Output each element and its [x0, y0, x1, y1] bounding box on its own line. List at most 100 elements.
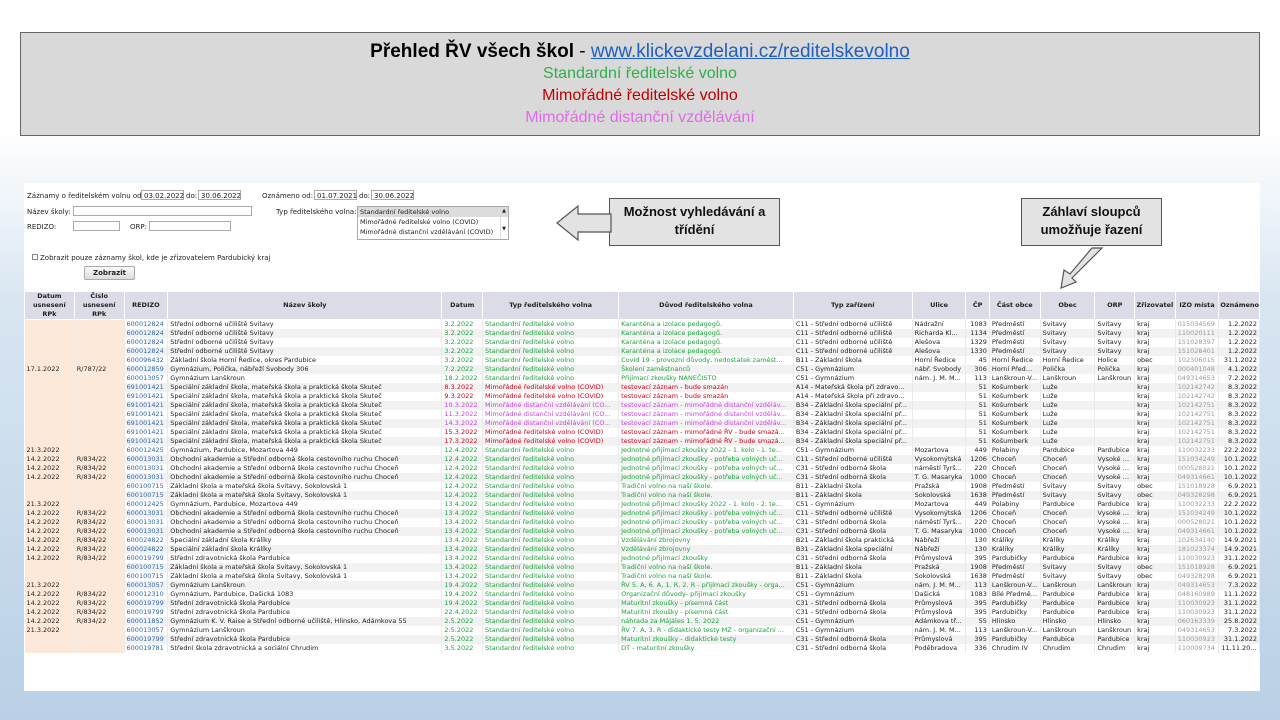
table-row[interactable]: 691001421 Speciální základní škola, mateř… — [24, 428, 1260, 437]
cell-2[interactable]: 600019799 — [124, 599, 169, 608]
column-header-6[interactable]: Důvod ředitelského volna — [618, 291, 794, 320]
table-row[interactable]: 600100715 Základní škola a mateřská škola… — [24, 491, 1260, 500]
table-row[interactable]: 21.3.2022 600013057 Gymnázium Lanškroun 2.5… — [24, 626, 1260, 635]
column-header-12[interactable]: ORP — [1094, 291, 1136, 320]
table-row[interactable]: 14.2.2022 R/834/22 600024822 Speciální zákl… — [24, 536, 1260, 545]
column-header-7[interactable]: Typ zařízení — [792, 291, 913, 320]
table-row[interactable]: 600100715 Základní škola a mateřská škola… — [24, 482, 1260, 491]
cell-2[interactable]: 600013057 — [124, 374, 169, 383]
table-row[interactable]: 600012824 Střední odborné učiliště Svitav… — [24, 338, 1260, 347]
cell-2[interactable]: 600096432 — [124, 356, 169, 365]
cell-2[interactable]: 600013057 — [124, 626, 169, 635]
cell-2[interactable]: 691001421 — [124, 401, 169, 410]
column-header-0[interactable]: Datum usnesení RPk — [24, 291, 75, 320]
table-row[interactable]: 14.2.2022 R/834/22 600019799 Střední zdravo… — [24, 608, 1260, 617]
date-to-input[interactable]: 30.06.2022 — [198, 190, 241, 200]
announced-from-input[interactable]: 01.07.2021 — [314, 190, 357, 200]
table-row[interactable]: 691001421 Speciální základní škola, mateř… — [24, 419, 1260, 428]
table-row[interactable]: 14.2.2022 R/834/22 600013031 Obchodní akade… — [24, 464, 1260, 473]
cell-2[interactable]: 600100715 — [124, 482, 169, 491]
redizo-input[interactable] — [73, 221, 120, 231]
announced-to-input[interactable]: 30.06.2022 — [371, 190, 414, 200]
table-row[interactable]: 600019781 Střední škola zdravotnická a so… — [24, 644, 1260, 653]
table-row[interactable]: 17.1.2022 R/787/22 600012859 Gymnázium, Pol… — [24, 365, 1260, 374]
table-row[interactable]: 21.3.2022 600012425 Gymnázium, Pardubice, … — [24, 500, 1260, 509]
column-header-3[interactable]: Název školy — [167, 291, 443, 320]
cell-2[interactable]: 600100715 — [124, 563, 169, 572]
column-header-8[interactable]: Ulice — [911, 291, 967, 320]
cell-2[interactable]: 600013057 — [124, 581, 169, 590]
table-row[interactable]: 14.2.2022 R/834/22 600011852 Gymnázium K. V… — [24, 617, 1260, 626]
table-row[interactable]: 14.2.2022 R/834/22 600013031 Obchodní akade… — [24, 473, 1260, 482]
column-header-2[interactable]: REDIZO — [123, 291, 169, 320]
cell-2[interactable]: 600019799 — [124, 554, 169, 563]
table-row[interactable]: 600100715 Základní škola a mateřská škola… — [24, 563, 1260, 572]
cell-2[interactable]: 600100715 — [124, 572, 169, 581]
table-row[interactable]: 600100715 Základní škola a mateřská škola… — [24, 572, 1260, 581]
column-header-15[interactable]: Oznámeno — [1218, 291, 1260, 320]
table-row[interactable]: 600012824 Střední odborné učiliště Svitav… — [24, 347, 1260, 356]
table-row[interactable]: 691001421 Speciální základní škola, mateř… — [24, 401, 1260, 410]
date-from-input[interactable]: 03.02.2022 — [141, 190, 184, 200]
cell-2[interactable]: 600011852 — [124, 617, 169, 626]
cell-2[interactable]: 691001421 — [124, 410, 169, 419]
volno-type-select[interactable]: Standardní ředitelské volno Mimořádné ře… — [357, 206, 509, 240]
table-row[interactable]: 600019799 Střední zdravotnická škola Pard… — [24, 635, 1260, 644]
volno-type-option-dist[interactable]: Mimořádné distanční vzdělávání (COVID) — [358, 227, 508, 237]
cell-2[interactable]: 600012425 — [124, 500, 169, 509]
table-row[interactable]: 600012824 Střední odborné učiliště Svitav… — [24, 319, 1260, 329]
cell-2[interactable]: 600024822 — [124, 536, 169, 545]
cell-2[interactable]: 600013031 — [124, 464, 169, 473]
table-row[interactable]: 691001421 Speciální základní škola, mateř… — [24, 392, 1260, 401]
column-header-10[interactable]: Část obce — [988, 291, 1041, 320]
show-button[interactable]: Zobrazit — [84, 266, 135, 280]
cell-2[interactable]: 691001421 — [124, 437, 169, 446]
cell-2[interactable]: 600012824 — [124, 329, 169, 338]
table-row[interactable]: 600012824 Střední odborné učiliště Svitav… — [24, 329, 1260, 338]
table-row[interactable]: 14.2.2022 R/834/22 600013031 Obchodní akade… — [24, 518, 1260, 527]
table-row[interactable]: 14.2.2022 R/834/22 600012310 Gymnázium, Par… — [24, 590, 1260, 599]
table-row[interactable]: 14.2.2022 R/834/22 600013031 Obchodní akade… — [24, 527, 1260, 536]
table-row[interactable]: 600096432 Základní škola Horní Ředice, ok… — [24, 356, 1260, 365]
column-header-1[interactable]: Číslo usnesení RPk — [73, 291, 125, 320]
volno-type-option-std[interactable]: Standardní ředitelské volno — [358, 207, 508, 217]
cell-2[interactable]: 691001421 — [124, 428, 169, 437]
column-header-13[interactable]: Zřizovatel — [1134, 291, 1176, 320]
cell-2[interactable]: 600013031 — [124, 473, 169, 482]
table-row[interactable]: 14.2.2022 R/834/22 600019799 Střední zdravo… — [24, 599, 1260, 608]
cell-2[interactable]: 691001421 — [124, 392, 169, 401]
cell-2[interactable]: 600013031 — [124, 527, 169, 536]
table-row[interactable]: 691001421 Speciální základní škola, mateř… — [24, 410, 1260, 419]
column-header-11[interactable]: Obec — [1039, 291, 1096, 320]
cell-2[interactable]: 600012425 — [124, 446, 169, 455]
cell-2[interactable]: 600012310 — [124, 590, 169, 599]
volno-type-option-mim[interactable]: Mimořádné ředitelské volno (COVID) — [358, 217, 508, 227]
cell-2[interactable]: 600013031 — [124, 509, 169, 518]
cell-2[interactable]: 600013031 — [124, 455, 169, 464]
table-row[interactable]: 21.3.2022 600012425 Gymnázium, Pardubice, … — [24, 446, 1260, 455]
cell-2[interactable]: 600012859 — [124, 365, 169, 374]
column-header-5[interactable]: Typ ředitelského volna — [482, 291, 620, 320]
cell-2[interactable]: 600024822 — [124, 545, 169, 554]
cell-2[interactable]: 691001421 — [124, 419, 169, 428]
table-row[interactable]: 600013057 Gymnázium Lanškroun 18.2.2022 Sta… — [24, 374, 1260, 383]
column-header-4[interactable]: Datum — [441, 291, 484, 320]
scrollbar[interactable]: ▲ ▼ — [500, 208, 507, 238]
cell-2[interactable]: 600019799 — [124, 608, 169, 617]
site-link[interactable]: www.klickevzdelani.cz/reditelskevolno — [591, 41, 910, 62]
table-row[interactable]: 14.2.2022 R/834/22 600019799 Střední zdravo… — [24, 554, 1260, 563]
cell-2[interactable]: 600012824 — [124, 338, 169, 347]
cell-2[interactable]: 600012824 — [124, 347, 169, 356]
table-row[interactable]: 14.2.2022 R/834/22 600024822 Speciální zákl… — [24, 545, 1260, 554]
cell-2[interactable]: 600019799 — [124, 635, 169, 644]
table-row[interactable]: 691001421 Speciální základní škola, mateř… — [24, 383, 1260, 392]
orp-input[interactable] — [149, 221, 231, 231]
cell-2[interactable]: 600100715 — [124, 491, 169, 500]
kraj-only-checkbox[interactable] — [32, 254, 38, 260]
cell-2[interactable]: 600019781 — [124, 644, 169, 653]
school-name-input[interactable] — [73, 206, 252, 216]
cell-2[interactable]: 600012824 — [124, 319, 169, 329]
table-row[interactable]: 14.2.2022 R/834/22 600013031 Obchodní akade… — [24, 455, 1260, 464]
table-row[interactable]: 691001421 Speciální základní škola, mateř… — [24, 437, 1260, 446]
cell-2[interactable]: 600013031 — [124, 518, 169, 527]
